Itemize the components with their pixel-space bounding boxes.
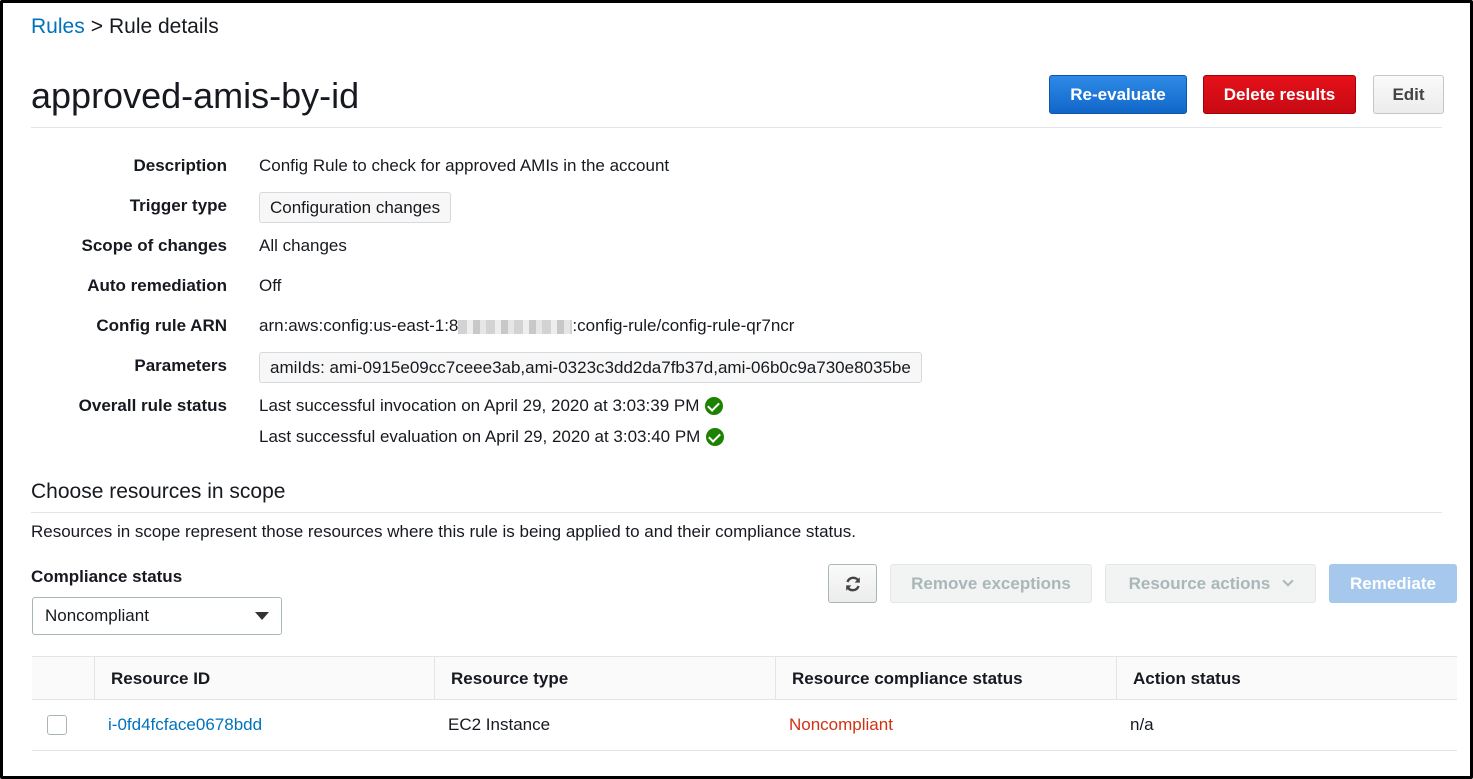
scope-label: Scope of changes: [81, 236, 227, 255]
parameters-chip: amiIds: ami-0915e09cc7ceee3ab,ami-0323c3…: [259, 352, 922, 383]
column-header-resource-id[interactable]: Resource ID: [94, 657, 434, 700]
refresh-icon: [845, 576, 860, 591]
section-divider: [31, 512, 1442, 513]
status-invocation: Last successful invocation on April 29, …: [259, 396, 724, 416]
action-status-cell: n/a: [1130, 715, 1154, 734]
refresh-button[interactable]: [828, 564, 877, 603]
trigger-type-label: Trigger type: [129, 196, 227, 215]
scope-value: All changes: [259, 236, 347, 255]
delete-results-button[interactable]: Delete results: [1203, 75, 1356, 114]
status-evaluation: Last successful evaluation on April 29, …: [259, 427, 725, 447]
remediate-button[interactable]: Remediate: [1329, 564, 1457, 603]
resource-actions-label: Resource actions: [1128, 573, 1271, 593]
arn-prefix: arn:aws:config:us-east-1:8: [259, 316, 459, 335]
breadcrumb-separator: >: [90, 15, 103, 38]
compliance-status-cell: Noncompliant: [789, 715, 893, 734]
reevaluate-button[interactable]: Re-evaluate: [1049, 75, 1187, 114]
compliance-status-value: Noncompliant: [45, 606, 149, 625]
overall-status-label: Overall rule status: [78, 396, 227, 415]
check-circle-icon: [705, 396, 724, 415]
arn-label: Config rule ARN: [96, 316, 227, 335]
column-header-compliance[interactable]: Resource compliance status: [775, 657, 1116, 700]
chevron-down-icon: [1282, 575, 1295, 587]
resources-table: Resource ID Resource type Resource compl…: [32, 656, 1457, 751]
table-header: Resource ID Resource type Resource compl…: [32, 656, 1457, 700]
breadcrumb: Rules > Rule details: [31, 15, 219, 39]
breadcrumb-rules-link[interactable]: Rules: [31, 15, 85, 38]
section-description: Resources in scope represent those resou…: [31, 522, 856, 541]
table-row: i-0fd4fcface0678bdd EC2 Instance Noncomp…: [32, 700, 1457, 751]
auto-remediation-value: Off: [259, 276, 282, 295]
description-label: Description: [133, 156, 227, 175]
resource-id-link[interactable]: i-0fd4fcface0678bdd: [108, 700, 262, 750]
section-title: Choose resources in scope: [31, 480, 286, 503]
arn-suffix: :config-rule/config-rule-qr7ncr: [572, 316, 795, 335]
caret-down-icon: [255, 612, 269, 620]
header-divider: [31, 127, 1442, 128]
column-header-resource-type[interactable]: Resource type: [434, 657, 775, 700]
page-title: approved-amis-by-id: [31, 75, 360, 116]
check-circle-icon: [706, 427, 725, 446]
status-invocation-text: Last successful invocation on April 29, …: [259, 396, 700, 415]
description-value: Config Rule to check for approved AMIs i…: [259, 156, 670, 175]
arn-value: arn:aws:config:us-east-1:8 :config-rule/c…: [259, 316, 794, 336]
compliance-status-label: Compliance status: [31, 567, 183, 586]
status-evaluation-text: Last successful evaluation on April 29, …: [259, 427, 701, 446]
breadcrumb-current: Rule details: [108, 15, 219, 38]
parameters-label: Parameters: [134, 356, 227, 375]
remove-exceptions-button[interactable]: Remove exceptions: [890, 564, 1092, 603]
window-frame: Rules > Rule details approved-amis-by-id R…: [0, 0, 1473, 779]
resource-type-cell: EC2 Instance: [448, 715, 551, 734]
auto-remediation-label: Auto remediation: [87, 276, 227, 295]
redacted-account-id: [458, 319, 573, 334]
column-header-action-status[interactable]: Action status: [1116, 657, 1457, 700]
compliance-status-select[interactable]: Noncompliant: [32, 597, 282, 635]
row-checkbox[interactable]: [47, 715, 67, 735]
trigger-type-chip: Configuration changes: [259, 192, 452, 223]
resource-actions-dropdown[interactable]: Resource actions: [1105, 564, 1316, 603]
edit-button[interactable]: Edit: [1373, 75, 1444, 114]
